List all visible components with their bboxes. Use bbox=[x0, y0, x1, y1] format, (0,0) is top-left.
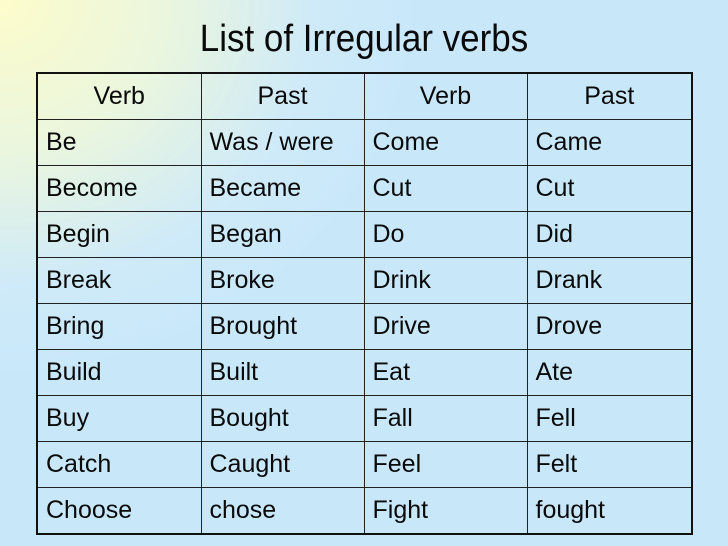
verb-cell: Do bbox=[363, 211, 528, 258]
verb-cell: Fall bbox=[363, 395, 528, 442]
table-header-row: Verb Past Verb Past bbox=[36, 72, 693, 120]
past-cell: Came bbox=[526, 119, 693, 166]
past-cell: Ate bbox=[526, 349, 693, 396]
column-header-past: Past bbox=[200, 72, 365, 120]
past-cell: Caught bbox=[200, 441, 365, 488]
table-row: Become Became Cut Cut bbox=[36, 165, 693, 212]
verb-cell: Become bbox=[36, 165, 202, 212]
table-row: Begin Began Do Did bbox=[36, 211, 693, 258]
column-header-verb: Verb bbox=[36, 72, 202, 120]
table-row: Choose chose Fight fought bbox=[36, 487, 693, 535]
past-cell: Bought bbox=[200, 395, 365, 442]
verb-cell: Come bbox=[363, 119, 528, 166]
past-cell: fought bbox=[526, 487, 693, 535]
verb-cell: Build bbox=[36, 349, 202, 396]
verb-cell: Feel bbox=[363, 441, 528, 488]
column-header-past: Past bbox=[526, 72, 693, 120]
verb-cell: Bring bbox=[36, 303, 202, 350]
past-cell: Became bbox=[200, 165, 365, 212]
past-cell: Drank bbox=[526, 257, 693, 304]
past-cell: Brought bbox=[200, 303, 365, 350]
irregular-verbs-table: Verb Past Verb Past Be Was / were Come Came… bbox=[36, 72, 693, 535]
past-cell: Did bbox=[526, 211, 693, 258]
verb-cell: Begin bbox=[36, 211, 202, 258]
table-row: Bring Brought Drive Drove bbox=[36, 303, 693, 350]
table-row: Be Was / were Come Came bbox=[36, 119, 693, 166]
past-cell: chose bbox=[200, 487, 365, 535]
verb-cell: Eat bbox=[363, 349, 528, 396]
table-body: Be Was / were Come Came Become Became Cut Cut Be… bbox=[36, 119, 693, 535]
past-cell: Broke bbox=[200, 257, 365, 304]
verb-cell: Drink bbox=[363, 257, 528, 304]
past-cell: Was / were bbox=[200, 119, 365, 166]
past-cell: Fell bbox=[526, 395, 693, 442]
verb-cell: Fight bbox=[363, 487, 528, 535]
table-row: Catch Caught Feel Felt bbox=[36, 441, 693, 488]
verb-cell: Catch bbox=[36, 441, 202, 488]
column-header-verb: Verb bbox=[363, 72, 528, 120]
table-row: Build Built Eat Ate bbox=[36, 349, 693, 396]
past-cell: Cut bbox=[526, 165, 693, 212]
past-cell: Began bbox=[200, 211, 365, 258]
verb-cell: Drive bbox=[363, 303, 528, 350]
table-row: Buy Bought Fall Fell bbox=[36, 395, 693, 442]
verb-cell: Break bbox=[36, 257, 202, 304]
page-title: List of Irregular verbs bbox=[199, 18, 529, 60]
verb-cell: Be bbox=[36, 119, 202, 166]
verb-cell: Buy bbox=[36, 395, 202, 442]
verb-cell: Cut bbox=[363, 165, 528, 212]
verb-cell: Choose bbox=[36, 487, 202, 535]
past-cell: Felt bbox=[526, 441, 693, 488]
past-cell: Built bbox=[200, 349, 365, 396]
table-row: Break Broke Drink Drank bbox=[36, 257, 693, 304]
past-cell: Drove bbox=[526, 303, 693, 350]
